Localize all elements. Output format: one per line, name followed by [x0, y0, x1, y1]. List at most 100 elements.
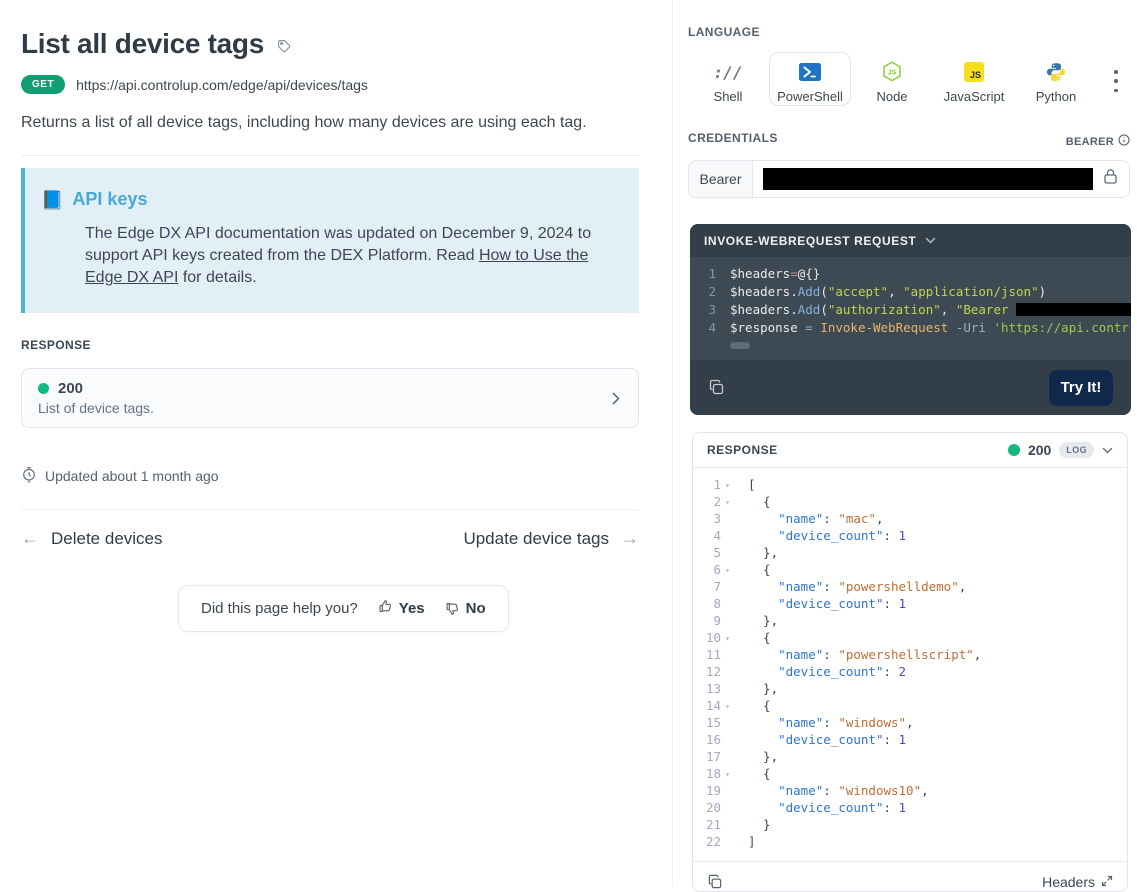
code-line: 15 "name": "windows", [693, 715, 1127, 732]
line-number: 1 [713, 477, 721, 492]
column-divider [672, 0, 673, 886]
code-line: 10 ▾ { [693, 630, 1127, 647]
feedback-yes-button[interactable]: Yes [378, 599, 425, 618]
endpoint-description: Returns a list of all device tags, inclu… [21, 114, 587, 131]
response-footer: Headers [693, 861, 1127, 891]
endpoint-row: GET https://api.controlup.com/edge/api/d… [21, 75, 639, 94]
try-it-button[interactable]: Try It! [1049, 369, 1113, 406]
arrow-left-icon: ← [21, 528, 39, 548]
language-item-node[interactable]: JS Node [851, 52, 933, 106]
request-footer: Try It! [690, 360, 1131, 415]
redacted-token-value [763, 168, 1093, 190]
line-number: 2 [713, 494, 721, 509]
fold-caret-icon[interactable]: ▾ [721, 494, 734, 511]
code-text: "name": "windows", [778, 715, 914, 730]
code-text: "name": "mac", [778, 511, 884, 526]
lock-icon[interactable] [1103, 168, 1118, 190]
language-item-python[interactable]: Python [1015, 52, 1097, 106]
line-number: 10 [705, 630, 721, 645]
code-text: $headers.Add("authorization", "Bearer [730, 302, 1131, 320]
code-text: }, [748, 613, 779, 628]
book-icon: 📘 [41, 189, 64, 210]
language-name: Shell [713, 89, 743, 104]
node-icon: JS [882, 61, 902, 83]
headers-link[interactable]: Headers [1042, 874, 1113, 890]
language-item-shell[interactable]: :// Shell [687, 52, 769, 106]
scrollbar-thumb[interactable] [730, 342, 750, 349]
code-text: "device_count": 1 [778, 732, 907, 747]
line-number: 16 [705, 732, 721, 747]
code-text: "device_count": 1 [778, 596, 907, 611]
code-line: 3 "name": "mac", [693, 511, 1127, 528]
divider [21, 509, 639, 510]
code-line: 4 "device_count": 1 [693, 528, 1127, 545]
code-line: 22] [693, 834, 1127, 851]
pager-prev[interactable]: ← Delete devices [21, 528, 163, 549]
code-text: $response = Invoke-WebRequest -Uri 'http… [730, 320, 1129, 335]
code-text: }, [748, 681, 779, 696]
line-number: 6 [713, 562, 721, 577]
code-text: { [748, 698, 771, 713]
language-item-powershell[interactable]: PowerShell [769, 52, 851, 106]
log-badge[interactable]: LOG [1059, 442, 1094, 458]
code-line: 7 "name": "powershelldemo", [693, 579, 1127, 596]
code-text: $headers.Add("accept", "application/json… [730, 284, 1047, 299]
request-code-block: INVOKE-WEBREQUEST REQUEST 1 $headers=@{} 2… [690, 224, 1131, 415]
tag-icon[interactable] [277, 39, 291, 53]
code-line: 18 ▾ { [693, 766, 1127, 783]
feedback-no-button[interactable]: No [445, 600, 486, 617]
fold-caret-icon[interactable]: ▾ [721, 630, 734, 647]
credentials-label: CREDENTIALS [688, 131, 778, 145]
fold-caret-icon[interactable]: ▾ [721, 562, 734, 579]
code-line: 19 "name": "windows10", [693, 783, 1127, 800]
language-item-javascript[interactable]: JS JavaScript [933, 52, 1015, 106]
response-json-lines: 1 ▾[2 ▾ {3 "name": "mac", 4 "device_count":… [693, 468, 1127, 861]
pager-next-label: Update device tags [463, 528, 609, 548]
svg-text:JS: JS [888, 69, 897, 76]
code-text: "name": "windows10", [778, 783, 929, 798]
line-number: 18 [705, 766, 721, 781]
copy-response-button[interactable] [707, 874, 723, 890]
line-number: 3 [708, 302, 716, 317]
code-text: } [748, 817, 771, 832]
response-section-label: RESPONSE [21, 338, 91, 352]
response-200-card[interactable]: 200 List of device tags. [21, 368, 639, 428]
copy-code-button[interactable] [708, 379, 725, 396]
status-dot-icon [1007, 444, 1020, 456]
code-text: { [748, 494, 771, 509]
code-text: $headers=@{} [730, 266, 821, 281]
language-overflow-menu[interactable] [1108, 68, 1124, 94]
chevron-down-icon[interactable] [1102, 447, 1113, 454]
token-input[interactable] [753, 161, 1129, 197]
info-icon[interactable] [1118, 134, 1130, 149]
language-label: LANGUAGE [688, 25, 760, 39]
thumb-down-icon [445, 601, 460, 616]
code-line: 1 $headers=@{} [690, 266, 1131, 284]
code-line: 17 }, [693, 749, 1127, 766]
chevron-right-icon[interactable] [612, 392, 620, 405]
line-number: 12 [705, 664, 721, 679]
code-line: 6 ▾ { [693, 562, 1127, 579]
code-text: "device_count": 1 [778, 800, 907, 815]
code-text: "name": "powershellscript", [778, 647, 982, 662]
callout-body: The Edge DX API documentation was update… [85, 223, 615, 289]
code-text: }, [748, 749, 779, 764]
response-code-block: RESPONSE 200 LOG 1 ▾[2 ▾ {3 "name": "mac",… [692, 432, 1128, 892]
fold-caret-icon[interactable]: ▾ [721, 698, 734, 715]
line-number: 21 [705, 817, 721, 832]
powershell-icon [799, 61, 821, 83]
credentials-field: Bearer [688, 160, 1130, 198]
request-header[interactable]: INVOKE-WEBREQUEST REQUEST [690, 224, 1131, 257]
pager-next[interactable]: Update device tags → [463, 528, 639, 549]
fold-caret-icon[interactable]: ▾ [721, 766, 734, 783]
fold-caret-icon[interactable]: ▾ [721, 477, 734, 494]
headers-label: Headers [1042, 873, 1095, 890]
code-line: 4 $response = Invoke-WebRequest -Uri 'htt… [690, 320, 1131, 338]
line-number: 17 [705, 749, 721, 764]
